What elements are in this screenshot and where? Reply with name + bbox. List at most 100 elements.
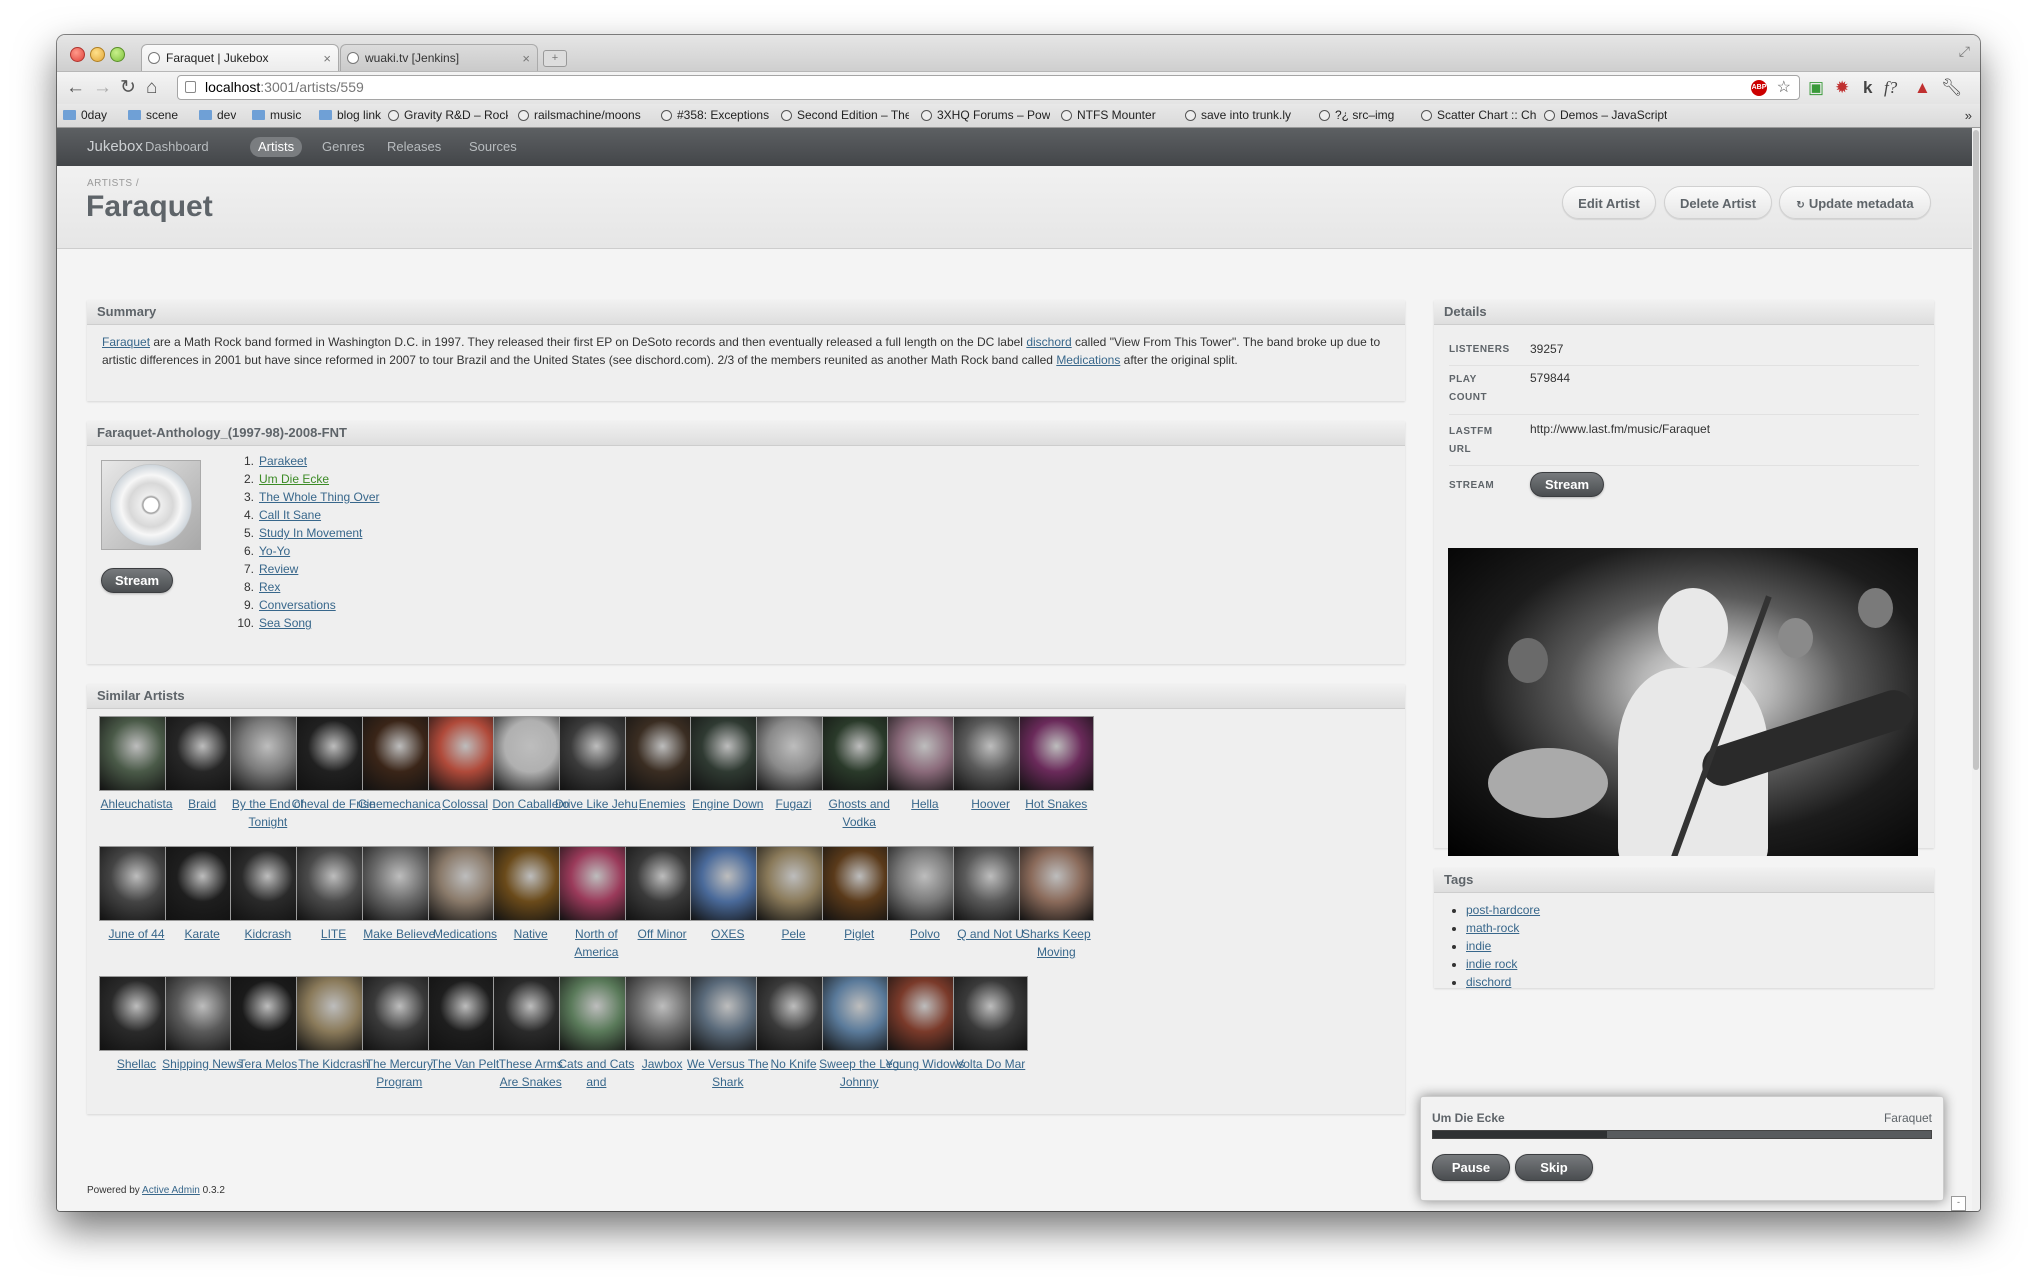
- progress-fill: [1433, 1131, 1608, 1138]
- bookmark-item[interactable]: music: [252, 104, 301, 127]
- tag-link[interactable]: indie rock: [1466, 957, 1517, 971]
- similar-artist[interactable]: Volta Do Mar: [948, 976, 1033, 1091]
- delete-artist-button[interactable]: Delete Artist: [1664, 186, 1772, 219]
- nav-sources[interactable]: Sources: [461, 137, 525, 157]
- bookmark-item[interactable]: 0day: [63, 104, 107, 127]
- bookmark-item[interactable]: blog links: [319, 104, 381, 127]
- adblock-icon[interactable]: ABP: [1751, 80, 1767, 96]
- address-bar[interactable]: localhost:3001/artists/559 ABP ☆: [177, 75, 1800, 100]
- tab-faraquet[interactable]: Faraquet | Jukebox ×: [141, 44, 339, 71]
- extension-hat-icon[interactable]: ▲: [1914, 76, 1931, 100]
- browser-window: Faraquet | Jukebox × wuaki.tv [Jenkins] …: [57, 35, 1980, 1211]
- details-stream-button[interactable]: Stream: [1530, 472, 1604, 497]
- artist-name-link[interactable]: Hot Snakes: [1014, 795, 1099, 831]
- label-link[interactable]: dischord: [1026, 335, 1071, 349]
- bookmark-label: #358: Exceptions in: [677, 108, 771, 122]
- page-icon: [148, 52, 160, 64]
- tag-link[interactable]: post-hardcore: [1466, 903, 1540, 917]
- extension-f-icon[interactable]: f?: [1884, 76, 1897, 100]
- site-icon: [518, 110, 529, 121]
- track-link[interactable]: Rex: [259, 580, 280, 594]
- bookmark-item[interactable]: ?¿ src–img: [1319, 104, 1394, 127]
- tag-link[interactable]: math-rock: [1466, 921, 1519, 935]
- active-admin-link[interactable]: Active Admin: [142, 1185, 200, 1196]
- site-title[interactable]: Jukebox: [87, 128, 143, 166]
- bookmark-item[interactable]: dev: [199, 104, 236, 127]
- home-icon[interactable]: ⌂: [146, 76, 157, 100]
- bookmark-star-icon[interactable]: ☆: [1777, 76, 1791, 99]
- medications-link[interactable]: Medications: [1056, 353, 1120, 367]
- bookmark-item[interactable]: railsmachine/moons: [518, 104, 641, 127]
- artist-link[interactable]: Faraquet: [102, 335, 150, 349]
- cd-icon: [110, 464, 192, 546]
- artist-thumbnail[interactable]: [1018, 716, 1094, 791]
- wrench-icon[interactable]: 🔧︎: [1941, 76, 1963, 100]
- close-tab-icon[interactable]: ×: [522, 45, 530, 71]
- bookmark-item[interactable]: #358: Exceptions in: [661, 104, 771, 127]
- artist-name-link[interactable]: Sharks Keep Moving: [1014, 925, 1099, 961]
- track-link[interactable]: Study In Movement: [259, 526, 362, 540]
- tab-jenkins[interactable]: wuaki.tv [Jenkins] ×: [340, 44, 538, 71]
- breadcrumb[interactable]: ARTISTS /: [87, 178, 139, 189]
- track-link[interactable]: Conversations: [259, 598, 336, 612]
- track-link[interactable]: Um Die Ecke: [259, 472, 329, 486]
- reload-icon[interactable]: ↻: [120, 76, 136, 100]
- extension-k-icon[interactable]: k: [1863, 76, 1872, 100]
- close-window-button[interactable]: [70, 47, 85, 62]
- bookmark-item[interactable]: save into trunk.ly: [1185, 104, 1291, 127]
- close-tab-icon[interactable]: ×: [323, 45, 331, 71]
- back-icon[interactable]: ←: [66, 76, 85, 100]
- new-tab-button[interactable]: +: [543, 50, 567, 67]
- skip-button[interactable]: Skip: [1515, 1154, 1593, 1181]
- track-link[interactable]: The Whole Thing Over: [259, 490, 380, 504]
- play-label-line2: COUNT: [1449, 392, 1488, 403]
- tag-link[interactable]: dischord: [1466, 975, 1511, 989]
- bookmark-item[interactable]: NTFS Mounter: [1061, 104, 1156, 127]
- scrollbar-thumb[interactable]: [1973, 130, 1979, 770]
- zoom-window-button[interactable]: [110, 47, 125, 62]
- artist-thumbnail[interactable]: [1018, 846, 1094, 921]
- pause-button[interactable]: Pause: [1432, 1154, 1510, 1181]
- bookmark-label: Scatter Chart :: Char: [1437, 108, 1536, 122]
- site-icon: [1185, 110, 1196, 121]
- extension-screen-icon[interactable]: ▣: [1808, 76, 1824, 100]
- track-number: 9.: [243, 598, 254, 612]
- player-track: Um Die Ecke: [1432, 1111, 1505, 1125]
- track-link[interactable]: Sea Song: [259, 616, 312, 630]
- bookmark-item[interactable]: Gravity R&D – Rock: [388, 104, 508, 127]
- site-icon: [781, 110, 792, 121]
- track-link[interactable]: Review: [259, 562, 298, 576]
- track-link[interactable]: Yo-Yo: [259, 544, 290, 558]
- fullscreen-icon[interactable]: ⤢: [1959, 43, 1970, 60]
- more-bookmarks-icon[interactable]: »: [1965, 104, 1972, 127]
- window-resize-icon[interactable]: -: [1951, 1196, 1966, 1211]
- bookmark-item[interactable]: 3XHQ Forums – Pow: [921, 104, 1050, 127]
- bookmark-item[interactable]: scene: [128, 104, 178, 127]
- bookmark-label: railsmachine/moons: [534, 108, 641, 122]
- extension-gear-icon[interactable]: ✹: [1835, 76, 1849, 100]
- nav-dashboard[interactable]: Dashboard: [137, 137, 217, 157]
- nav-artists[interactable]: Artists: [250, 137, 303, 157]
- forward-icon[interactable]: →: [93, 76, 112, 100]
- progress-bar[interactable]: [1432, 1130, 1932, 1139]
- artist-thumbnail[interactable]: [953, 976, 1029, 1051]
- bookmark-item[interactable]: Second Edition – The: [781, 104, 909, 127]
- folder-icon: [199, 110, 212, 120]
- bookmark-item[interactable]: Scatter Chart :: Char: [1421, 104, 1536, 127]
- track-link[interactable]: Parakeet: [259, 454, 307, 468]
- nav-releases[interactable]: Releases: [379, 137, 449, 157]
- edit-artist-button[interactable]: Edit Artist: [1562, 186, 1656, 219]
- similar-artists-panel: Similar Artists Ahleuchatista Braid By the…: [87, 684, 1405, 1114]
- artist-name-link[interactable]: Volta Do Mar: [948, 1055, 1033, 1091]
- similar-artist[interactable]: Sharks Keep Moving: [1014, 846, 1099, 961]
- release-stream-button[interactable]: Stream: [101, 568, 173, 593]
- track-link[interactable]: Call It Sane: [259, 508, 321, 522]
- drum: [1488, 748, 1608, 818]
- bookmark-item[interactable]: Demos – JavaScript: [1544, 104, 1667, 127]
- scrollbar[interactable]: [1972, 128, 1980, 1211]
- minimize-window-button[interactable]: [90, 47, 105, 62]
- similar-artist[interactable]: Hot Snakes: [1014, 716, 1099, 831]
- nav-genres[interactable]: Genres: [314, 137, 373, 157]
- update-metadata-button[interactable]: ↻ Update metadata: [1779, 186, 1931, 219]
- tag-link[interactable]: indie: [1466, 939, 1491, 953]
